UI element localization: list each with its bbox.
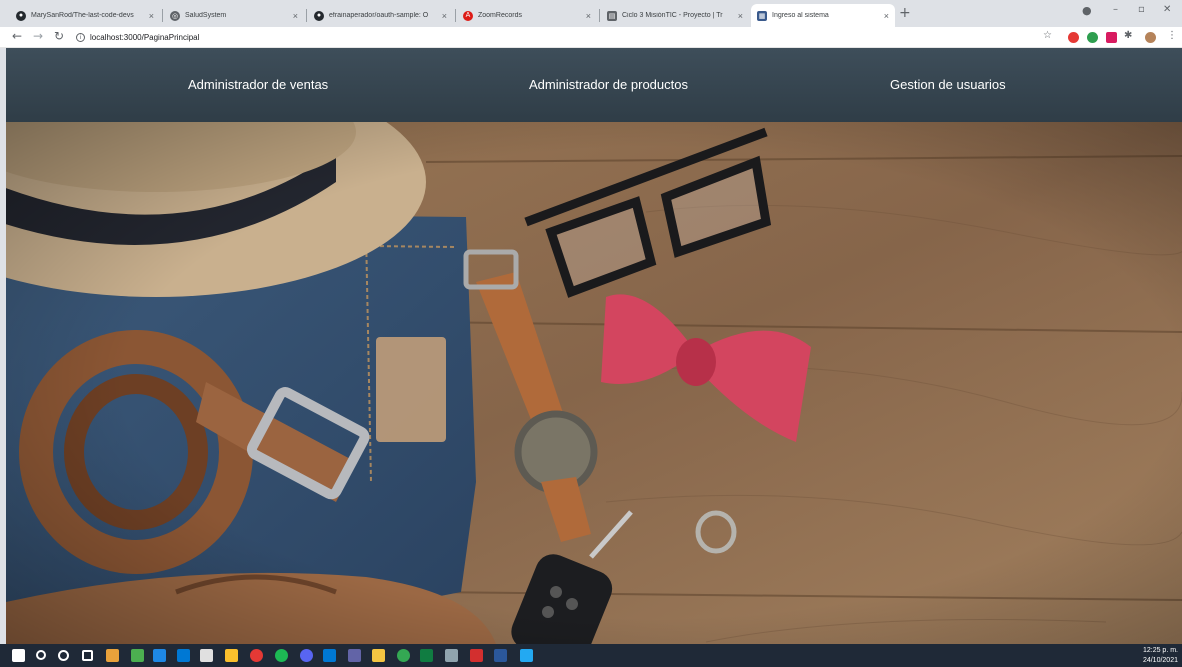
extension-icon[interactable] xyxy=(1087,32,1098,43)
hero-image xyxy=(6,67,1182,644)
url-text: localhost:3000/PaginaPrincipal xyxy=(90,33,200,42)
teams-icon[interactable] xyxy=(348,649,361,662)
app-taskbar-icon[interactable] xyxy=(445,649,458,662)
cortana-icon[interactable] xyxy=(58,650,69,661)
vscode-icon[interactable] xyxy=(520,649,533,662)
back-icon[interactable]: ← xyxy=(12,29,22,43)
tab-label: MarySanRod/The-last-code-devs xyxy=(31,12,134,19)
minimize-icon[interactable]: – xyxy=(1113,4,1118,15)
close-icon[interactable]: × xyxy=(293,11,298,21)
app-taskbar-icon[interactable] xyxy=(225,649,238,662)
browser-tab-strip: ● MarySanRod/The-last-code-devs × ◎ Salu… xyxy=(0,0,1182,27)
nav-link-ventas[interactable]: Administrador de ventas xyxy=(188,77,328,92)
tab-divider xyxy=(455,9,456,22)
avatar[interactable] xyxy=(1145,32,1156,43)
clock-time: 12:25 p. m. xyxy=(1142,647,1178,654)
windows-start-icon[interactable] xyxy=(12,649,25,662)
app-taskbar-icon[interactable] xyxy=(250,649,263,662)
discord-icon[interactable] xyxy=(300,649,313,662)
system-clock[interactable]: 12:25 p. m. 24/10/2021 xyxy=(1143,646,1178,666)
browser-tab[interactable]: ▤ Ciclo 3 MisiónTIC - Proyecto | Tr × xyxy=(601,4,749,27)
angular-icon: A xyxy=(463,10,473,21)
new-tab-icon[interactable]: + xyxy=(899,5,911,21)
menu-icon[interactable]: ⋮ xyxy=(1167,30,1177,41)
bookmark-star-icon[interactable]: ☆ xyxy=(1043,30,1052,41)
app-taskbar-icon[interactable] xyxy=(131,649,144,662)
file-explorer-icon[interactable] xyxy=(372,649,385,662)
tab-label: Ingreso al sistema xyxy=(772,12,829,19)
app-taskbar-icon[interactable] xyxy=(106,649,119,662)
acrobat-icon[interactable] xyxy=(470,649,483,662)
browser-tab[interactable]: ◎ SaludSystem × xyxy=(164,4,304,27)
browser-tab[interactable]: A ZoomRecords × xyxy=(457,4,597,27)
github-icon: ● xyxy=(314,10,324,21)
tab-label: efrainaperador/oauth-sample: O xyxy=(329,12,429,19)
tab-label: ZoomRecords xyxy=(478,12,522,19)
page-viewport: Administrador de ventas Administrador de… xyxy=(6,48,1182,644)
extension-icon[interactable] xyxy=(1068,32,1079,43)
site-info-icon[interactable]: i xyxy=(76,33,85,42)
reload-icon[interactable]: ↻ xyxy=(54,29,64,43)
close-icon[interactable]: × xyxy=(884,11,889,21)
close-window-icon[interactable]: ✕ xyxy=(1163,4,1171,15)
browser-tab[interactable]: ● efrainaperador/oauth-sample: O × xyxy=(308,4,453,27)
app-taskbar-icon[interactable] xyxy=(177,649,190,662)
task-view-icon[interactable] xyxy=(82,650,93,661)
extensions-puzzle-icon[interactable]: ✱ xyxy=(1124,30,1132,41)
chrome-icon[interactable] xyxy=(397,649,410,662)
app-taskbar-icon[interactable] xyxy=(200,649,213,662)
close-icon[interactable]: × xyxy=(586,11,591,21)
document-icon: ▤ xyxy=(607,10,617,21)
word-icon[interactable] xyxy=(494,649,507,662)
tab-divider xyxy=(599,9,600,22)
maximize-icon[interactable]: ▫ xyxy=(1138,4,1145,15)
close-icon[interactable]: × xyxy=(149,11,154,21)
tab-label: Ciclo 3 MisiónTIC - Proyecto | Tr xyxy=(622,12,723,19)
profile-icon[interactable]: ● xyxy=(1082,4,1092,17)
app-taskbar-icon[interactable] xyxy=(153,649,166,662)
browser-tab[interactable]: ● MarySanRod/The-last-code-devs × xyxy=(10,4,160,27)
tab-divider xyxy=(306,9,307,22)
search-icon[interactable] xyxy=(36,650,46,660)
extension-icon[interactable] xyxy=(1106,32,1117,43)
windows-taskbar: 12:25 p. m. 24/10/2021 xyxy=(0,644,1182,667)
clock-date: 24/10/2021 xyxy=(1142,657,1178,664)
excel-icon[interactable] xyxy=(420,649,433,662)
close-icon[interactable]: × xyxy=(442,11,447,21)
spotify-icon[interactable] xyxy=(275,649,288,662)
address-bar[interactable]: i localhost:3000/PaginaPrincipal xyxy=(76,30,199,45)
globe-icon: ◎ xyxy=(170,10,180,21)
forward-icon[interactable]: → xyxy=(33,29,43,43)
tab-label: SaludSystem xyxy=(185,12,227,19)
browser-toolbar: ← → ↻ i localhost:3000/PaginaPrincipal ☆… xyxy=(0,27,1182,48)
outlook-icon[interactable] xyxy=(323,649,336,662)
nav-link-usuarios[interactable]: Gestion de usuarios xyxy=(890,77,1006,92)
close-icon[interactable]: × xyxy=(738,11,743,21)
github-icon: ● xyxy=(16,10,26,21)
main-nav: Administrador de ventas Administrador de… xyxy=(6,48,1182,122)
nav-link-productos[interactable]: Administrador de productos xyxy=(529,77,688,92)
app-icon: ▦ xyxy=(757,10,767,21)
browser-tab-active[interactable]: ▦ Ingreso al sistema × xyxy=(751,4,895,27)
tab-divider xyxy=(162,9,163,22)
